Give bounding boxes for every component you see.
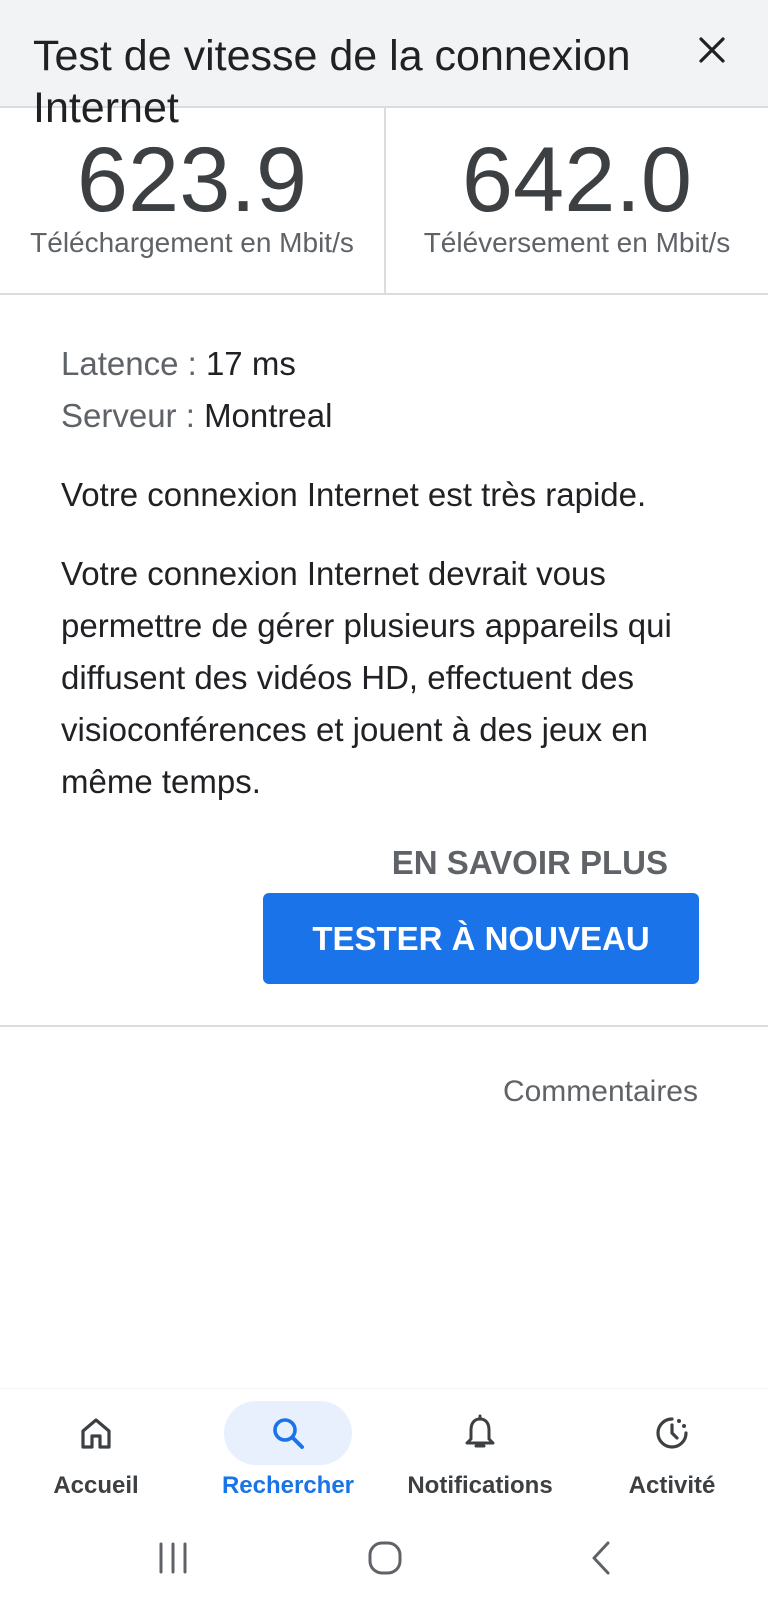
back-button[interactable] [572,1533,632,1583]
upload-result: 642.0 Téléversement en Mbit/s [384,108,768,293]
speed-results: 623.9 Téléchargement en Mbit/s 642.0 Tél… [0,108,768,295]
speed-description: Votre connexion Internet devrait vous pe… [61,555,672,800]
nav-item-home[interactable]: Accueil [0,1401,192,1511]
feedback-link[interactable]: Commentaires [420,1074,698,1110]
divider [0,1025,768,1027]
bell-icon [465,1414,495,1448]
close-icon [699,37,725,63]
server-value: Montreal [204,397,333,434]
learn-more-link[interactable]: EN SAVOIR PLUS [360,843,668,883]
nav-label-notifications: Notifications [407,1472,553,1499]
activity-icon [656,1417,688,1449]
recent-apps-icon [159,1542,187,1574]
home-system-button[interactable] [355,1533,415,1583]
back-chevron-icon [592,1541,610,1575]
nav-label-home: Accueil [53,1472,139,1499]
download-result: 623.9 Téléchargement en Mbit/s [0,108,384,293]
nav-item-activity[interactable]: Activité [576,1401,768,1511]
latency-value: 17 ms [205,345,296,382]
nav-label-activity: Activité [628,1472,716,1499]
bottom-navigation: Accueil Rechercher Notifications Activit… [0,1388,768,1519]
latency-label: Latence : [61,345,206,382]
nav-item-search[interactable]: Rechercher [192,1401,384,1511]
retest-button[interactable]: TESTER À NOUVEAU [263,893,699,984]
download-label: Téléchargement en Mbit/s [30,227,354,258]
close-button[interactable] [692,30,732,70]
dialog-header: Test de vitesse de la connexion Internet [0,0,768,132]
nav-item-notifications[interactable]: Notifications [384,1401,576,1511]
connection-details: Latence : 17 ms Serveur : Montreal [61,338,721,442]
upload-label: Téléversement en Mbit/s [423,227,731,258]
download-value: 623.9 [76,129,308,231]
recent-apps-button[interactable] [143,1533,203,1583]
home-icon [81,1418,111,1449]
search-icon [273,1418,304,1449]
nav-label-search: Rechercher [221,1472,355,1499]
server-row: Serveur : Montreal [61,390,721,442]
latency-row: Latence : 17 ms [61,338,721,390]
system-navigation-bar [0,1518,768,1600]
upload-value: 642.0 [461,129,693,231]
server-label: Serveur : [61,397,205,434]
home-circle-icon [368,1541,402,1575]
speed-summary: Votre connexion Internet est très rapide… [61,476,647,513]
